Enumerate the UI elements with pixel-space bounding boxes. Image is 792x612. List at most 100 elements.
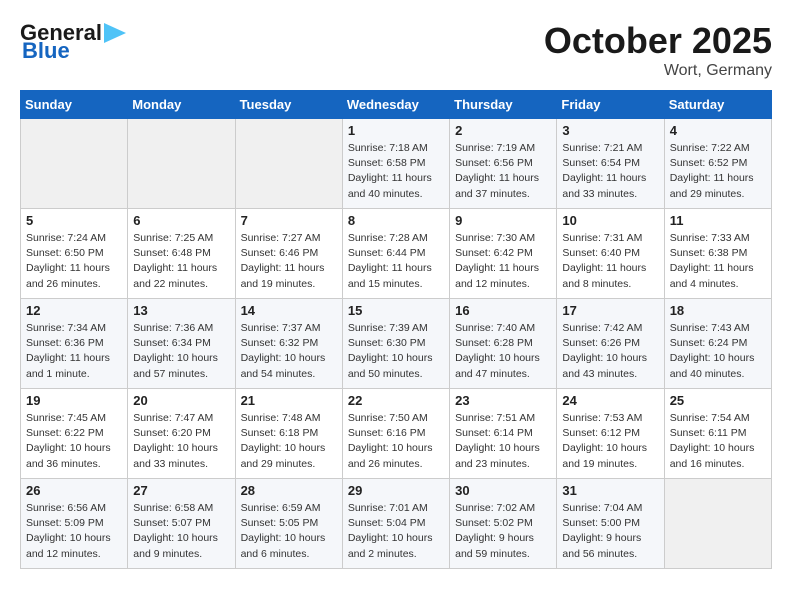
- day-info: Sunrise: 7:42 AMSunset: 6:26 PMDaylight:…: [562, 321, 658, 382]
- day-number: 4: [670, 123, 766, 138]
- calendar-cell: 24Sunrise: 7:53 AMSunset: 6:12 PMDayligh…: [557, 389, 664, 479]
- day-info: Sunrise: 7:27 AMSunset: 6:46 PMDaylight:…: [241, 231, 337, 292]
- day-number: 29: [348, 483, 444, 498]
- calendar-week-row: 5 Sunrise: 7:24 AMSunset: 6:50 PMDaylight…: [21, 209, 772, 299]
- day-info: Sunrise: 7:33 AMSunset: 6:38 PMDaylight:…: [670, 231, 766, 292]
- calendar-cell: 7Sunrise: 7:27 AMSunset: 6:46 PMDaylight…: [235, 209, 342, 299]
- day-number: 20: [133, 393, 229, 408]
- day-info: Sunrise: 7:30 AMSunset: 6:42 PMDaylight:…: [455, 231, 551, 292]
- day-number: 10: [562, 213, 658, 228]
- day-info: Sunrise: 6:56 AMSunset: 5:09 PMDaylight:…: [26, 501, 122, 562]
- day-number: 3: [562, 123, 658, 138]
- calendar-cell: 17 Sunrise: 7:42 AMSunset: 6:26 PMDayligh…: [557, 299, 664, 389]
- day-number: 19: [26, 393, 122, 408]
- day-info: Sunrise: 7:04 AMSunset: 5:00 PMDaylight:…: [562, 501, 658, 562]
- calendar-cell: 11 Sunrise: 7:33 AMSunset: 6:38 PMDayligh…: [664, 209, 771, 299]
- day-number: 17: [562, 303, 658, 318]
- calendar-cell: [21, 119, 128, 209]
- calendar-cell: 19Sunrise: 7:45 AMSunset: 6:22 PMDayligh…: [21, 389, 128, 479]
- calendar-cell: 25 Sunrise: 7:54 AMSunset: 6:11 PMDayligh…: [664, 389, 771, 479]
- calendar-week-row: 19Sunrise: 7:45 AMSunset: 6:22 PMDayligh…: [21, 389, 772, 479]
- day-info: Sunrise: 7:36 AMSunset: 6:34 PMDaylight:…: [133, 321, 229, 382]
- calendar-cell: 13 Sunrise: 7:36 AMSunset: 6:34 PMDayligh…: [128, 299, 235, 389]
- day-info: Sunrise: 7:19 AMSunset: 6:56 PMDaylight:…: [455, 141, 551, 202]
- day-info: Sunrise: 7:43 AMSunset: 6:24 PMDaylight:…: [670, 321, 766, 382]
- day-number: 6: [133, 213, 229, 228]
- calendar-cell: 28Sunrise: 6:59 AMSunset: 5:05 PMDayligh…: [235, 479, 342, 569]
- day-number: 15: [348, 303, 444, 318]
- day-number: 8: [348, 213, 444, 228]
- weekday-header: Friday: [557, 91, 664, 119]
- day-number: 30: [455, 483, 551, 498]
- day-info: Sunrise: 7:47 AMSunset: 6:20 PMDaylight:…: [133, 411, 229, 472]
- calendar-cell: 14 Sunrise: 7:37 AMSunset: 6:32 PMDayligh…: [235, 299, 342, 389]
- day-number: 27: [133, 483, 229, 498]
- day-number: 1: [348, 123, 444, 138]
- weekday-header: Monday: [128, 91, 235, 119]
- day-info: Sunrise: 7:48 AMSunset: 6:18 PMDaylight:…: [241, 411, 337, 472]
- day-info: Sunrise: 7:54 AMSunset: 6:11 PMDaylight:…: [670, 411, 766, 472]
- calendar-header: SundayMondayTuesdayWednesdayThursdayFrid…: [21, 91, 772, 119]
- day-number: 25: [670, 393, 766, 408]
- day-number: 9: [455, 213, 551, 228]
- day-number: 11: [670, 213, 766, 228]
- day-info: Sunrise: 7:53 AMSunset: 6:12 PMDaylight:…: [562, 411, 658, 472]
- calendar-cell: 22 Sunrise: 7:50 AMSunset: 6:16 PMDayligh…: [342, 389, 449, 479]
- day-info: Sunrise: 7:39 AMSunset: 6:30 PMDaylight:…: [348, 321, 444, 382]
- day-info: Sunrise: 7:24 AMSunset: 6:50 PMDaylight:…: [26, 231, 122, 292]
- day-info: Sunrise: 7:22 AMSunset: 6:52 PMDaylight:…: [670, 141, 766, 202]
- day-number: 5: [26, 213, 122, 228]
- weekday-header: Wednesday: [342, 91, 449, 119]
- calendar-week-row: 12 Sunrise: 7:34 AMSunset: 6:36 PMDayligh…: [21, 299, 772, 389]
- day-info: Sunrise: 7:34 AMSunset: 6:36 PMDaylight:…: [26, 321, 122, 382]
- calendar-cell: 18 Sunrise: 7:43 AMSunset: 6:24 PMDayligh…: [664, 299, 771, 389]
- calendar-cell: 8Sunrise: 7:28 AMSunset: 6:44 PMDaylight…: [342, 209, 449, 299]
- day-info: Sunrise: 7:51 AMSunset: 6:14 PMDaylight:…: [455, 411, 551, 472]
- day-info: Sunrise: 7:25 AMSunset: 6:48 PMDaylight:…: [133, 231, 229, 292]
- weekday-header: Sunday: [21, 91, 128, 119]
- calendar-cell: 27Sunrise: 6:58 AMSunset: 5:07 PMDayligh…: [128, 479, 235, 569]
- month-title: October 2025: [544, 20, 772, 62]
- day-info: Sunrise: 7:50 AMSunset: 6:16 PMDaylight:…: [348, 411, 444, 472]
- day-number: 18: [670, 303, 766, 318]
- calendar-cell: 21 Sunrise: 7:48 AMSunset: 6:18 PMDayligh…: [235, 389, 342, 479]
- calendar-cell: 31 Sunrise: 7:04 AMSunset: 5:00 PMDayligh…: [557, 479, 664, 569]
- day-number: 21: [241, 393, 337, 408]
- calendar-cell: 10Sunrise: 7:31 AMSunset: 6:40 PMDayligh…: [557, 209, 664, 299]
- calendar-table: SundayMondayTuesdayWednesdayThursdayFrid…: [20, 90, 772, 569]
- weekday-header: Tuesday: [235, 91, 342, 119]
- calendar-cell: 26Sunrise: 6:56 AMSunset: 5:09 PMDayligh…: [21, 479, 128, 569]
- logo: General Blue: [20, 20, 126, 64]
- title-block: October 2025 Wort, Germany: [544, 20, 772, 80]
- calendar-cell: 30Sunrise: 7:02 AMSunset: 5:02 PMDayligh…: [450, 479, 557, 569]
- calendar-cell: 16 Sunrise: 7:40 AMSunset: 6:28 PMDayligh…: [450, 299, 557, 389]
- calendar-cell: 12 Sunrise: 7:34 AMSunset: 6:36 PMDayligh…: [21, 299, 128, 389]
- calendar-cell: 3 Sunrise: 7:21 AMSunset: 6:54 PMDaylight…: [557, 119, 664, 209]
- weekday-header: Saturday: [664, 91, 771, 119]
- day-number: 22: [348, 393, 444, 408]
- calendar-cell: 4 Sunrise: 7:22 AMSunset: 6:52 PMDaylight…: [664, 119, 771, 209]
- day-number: 12: [26, 303, 122, 318]
- calendar-cell: 29Sunrise: 7:01 AMSunset: 5:04 PMDayligh…: [342, 479, 449, 569]
- calendar-cell: [235, 119, 342, 209]
- day-number: 31: [562, 483, 658, 498]
- calendar-cell: 20 Sunrise: 7:47 AMSunset: 6:20 PMDayligh…: [128, 389, 235, 479]
- day-number: 13: [133, 303, 229, 318]
- day-number: 14: [241, 303, 337, 318]
- calendar-cell: [664, 479, 771, 569]
- calendar-cell: 1 Sunrise: 7:18 AMSunset: 6:58 PMDaylight…: [342, 119, 449, 209]
- page-header: General Blue October 2025 Wort, Germany: [20, 20, 772, 80]
- calendar-cell: 15 Sunrise: 7:39 AMSunset: 6:30 PMDayligh…: [342, 299, 449, 389]
- day-info: Sunrise: 7:21 AMSunset: 6:54 PMDaylight:…: [562, 141, 658, 202]
- day-number: 16: [455, 303, 551, 318]
- day-number: 28: [241, 483, 337, 498]
- logo-blue: Blue: [22, 38, 70, 64]
- day-number: 23: [455, 393, 551, 408]
- calendar-week-row: 26Sunrise: 6:56 AMSunset: 5:09 PMDayligh…: [21, 479, 772, 569]
- calendar-cell: 6 Sunrise: 7:25 AMSunset: 6:48 PMDaylight…: [128, 209, 235, 299]
- calendar-week-row: 1 Sunrise: 7:18 AMSunset: 6:58 PMDaylight…: [21, 119, 772, 209]
- day-info: Sunrise: 7:18 AMSunset: 6:58 PMDaylight:…: [348, 141, 444, 202]
- calendar-cell: 2Sunrise: 7:19 AMSunset: 6:56 PMDaylight…: [450, 119, 557, 209]
- day-info: Sunrise: 7:40 AMSunset: 6:28 PMDaylight:…: [455, 321, 551, 382]
- day-info: Sunrise: 7:37 AMSunset: 6:32 PMDaylight:…: [241, 321, 337, 382]
